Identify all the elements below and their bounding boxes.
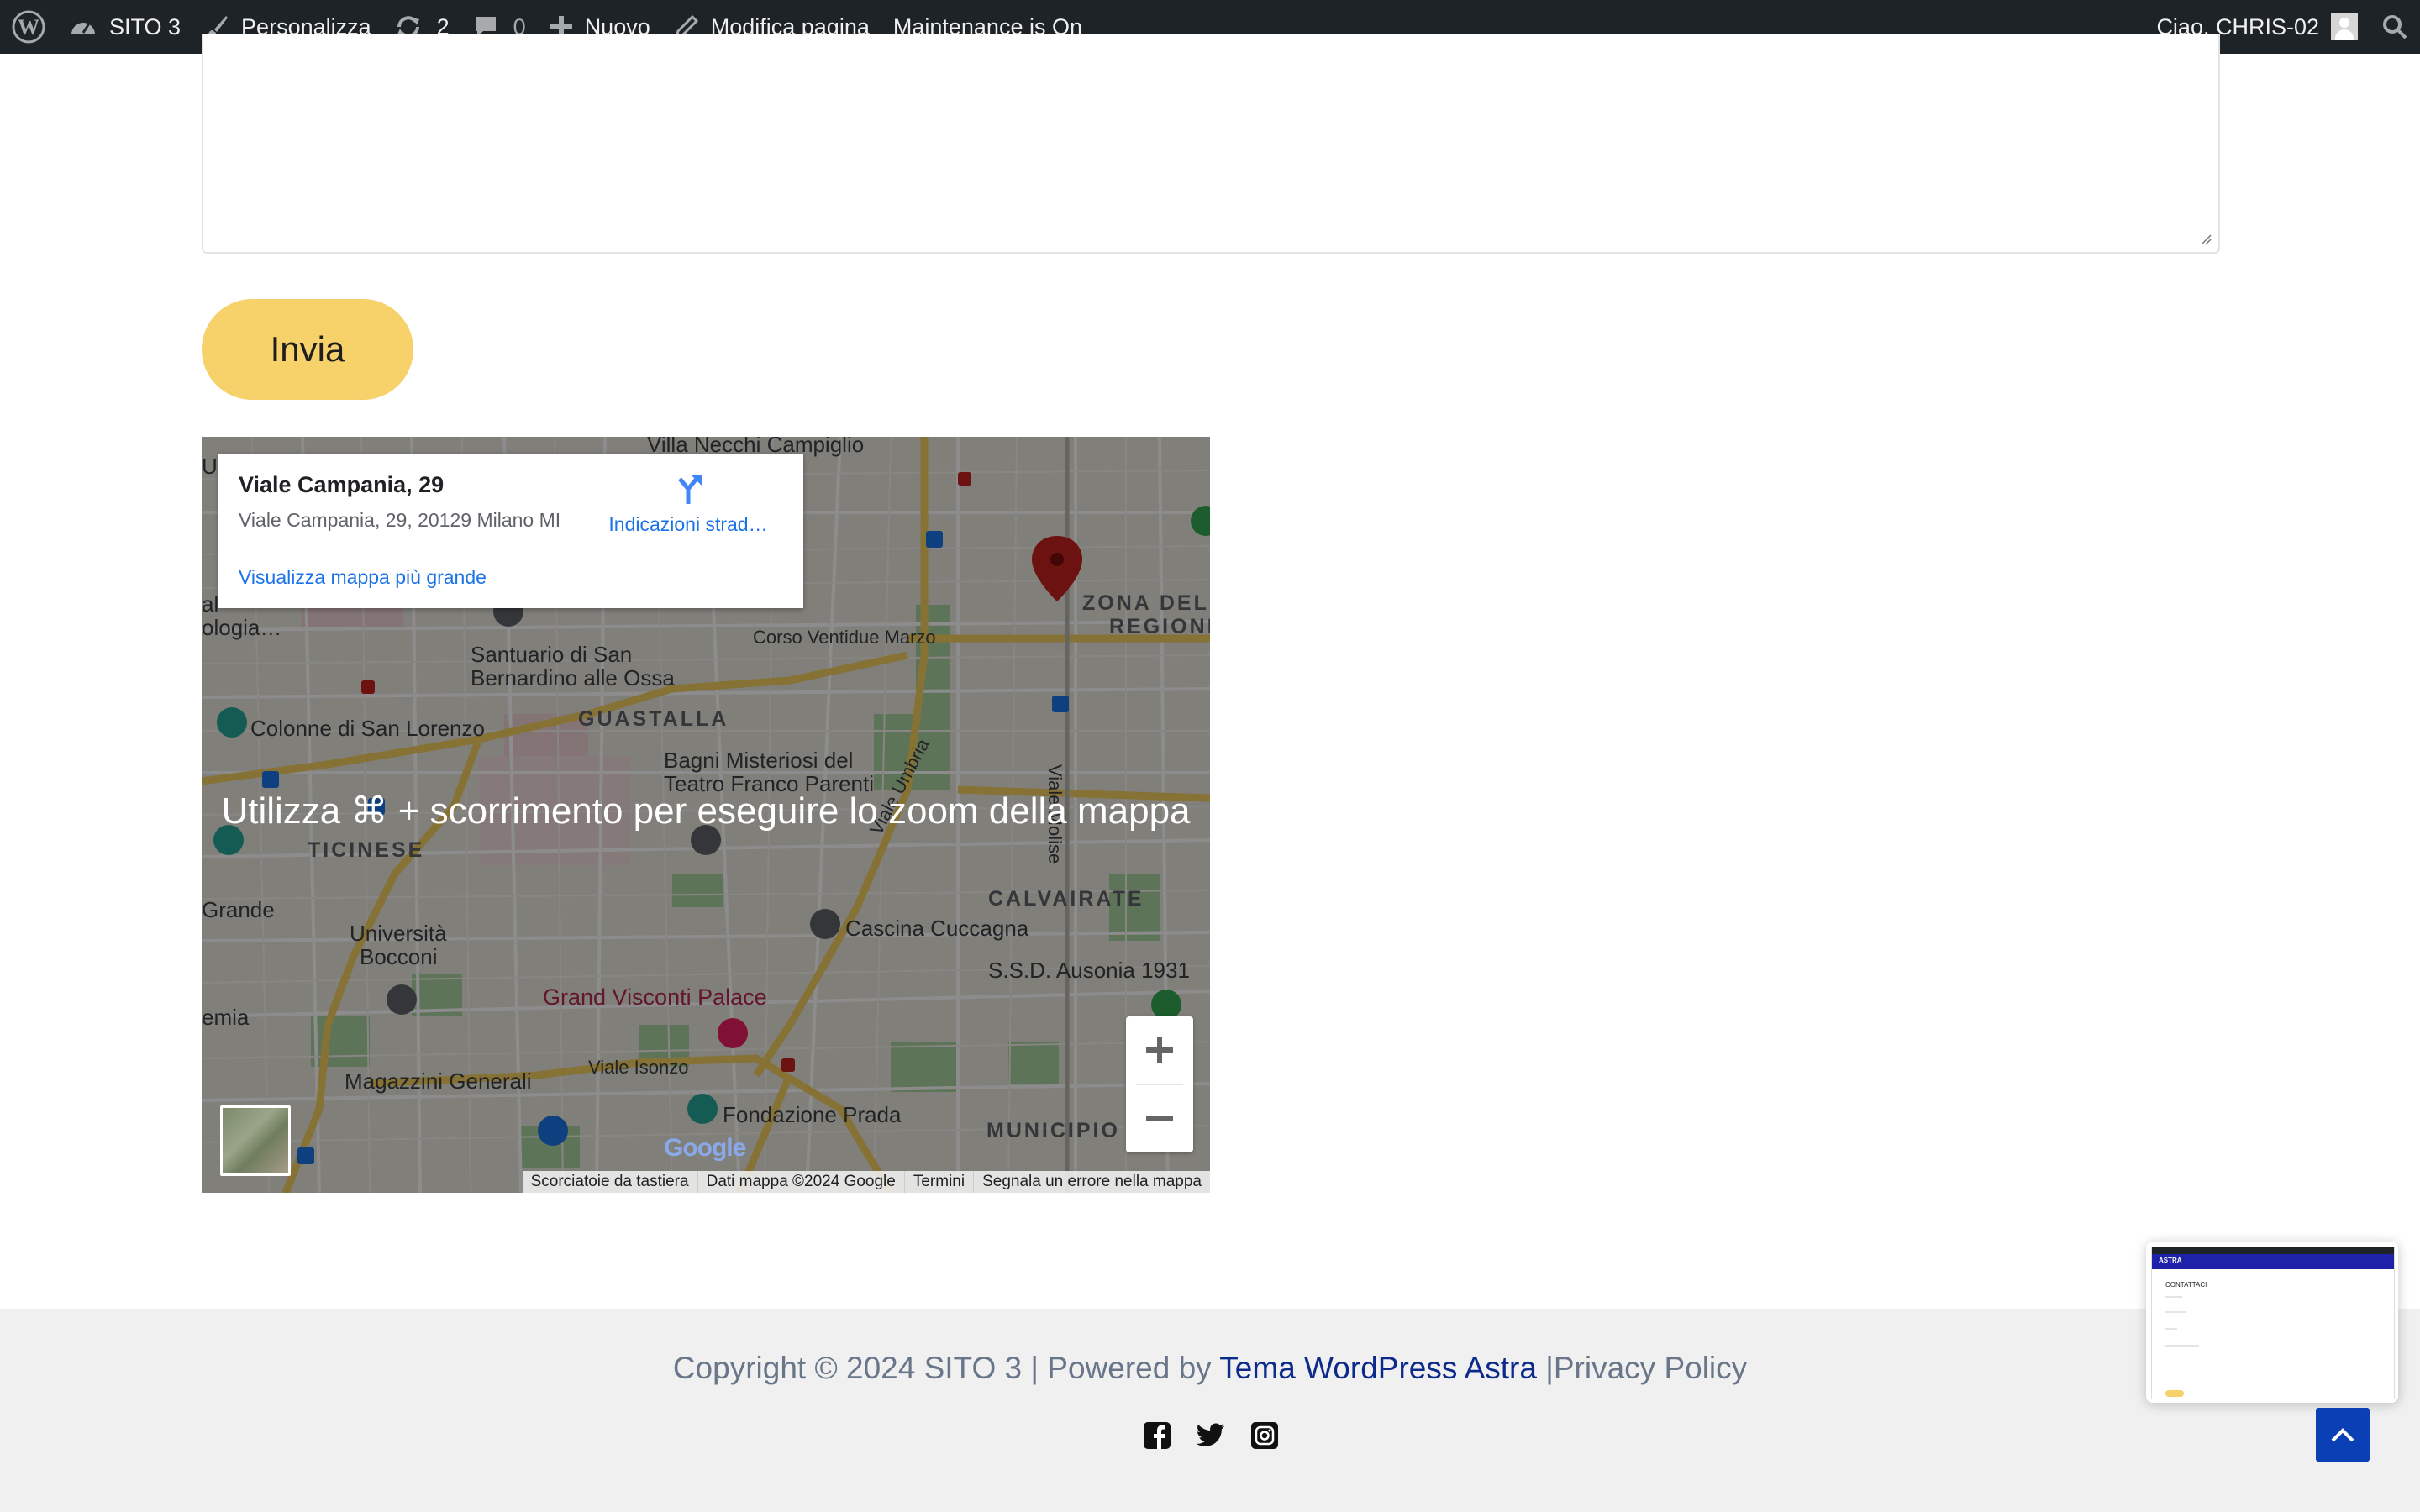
preview-line	[2165, 1311, 2186, 1313]
place-address: Viale Campania, 29, 20129 Milano MI	[239, 509, 561, 531]
svg-text:W: W	[18, 15, 39, 39]
preview-line	[2165, 1345, 2199, 1347]
zoom-hint-text: Utilizza ⌘ + scorrimento per eseguire lo…	[221, 790, 1191, 832]
submit-button[interactable]: Invia	[202, 299, 413, 400]
preview-line	[2165, 1296, 2182, 1298]
avatar	[2331, 13, 2358, 40]
directions-label: Indicazioni strad…	[608, 513, 768, 535]
wordpress-logo-icon: W	[12, 10, 45, 44]
preview-heading: CONTATTACI	[2165, 1281, 2207, 1289]
preview-header	[2152, 1254, 2394, 1269]
page-preview-thumbnail[interactable]: ASTRA CONTATTACI	[2146, 1242, 2398, 1403]
terms-link[interactable]: Termini	[903, 1171, 973, 1193]
map-type-toggle[interactable]	[220, 1105, 291, 1176]
map-zoom-control	[1126, 1016, 1193, 1152]
back-to-top-button[interactable]	[2316, 1408, 2370, 1462]
preview-admin-bar	[2152, 1247, 2394, 1254]
preview-canvas: ASTRA CONTATTACI	[2151, 1247, 2395, 1399]
preview-brand: ASTRA	[2159, 1257, 2182, 1264]
place-title: Viale Campania, 29	[239, 472, 445, 497]
google-logo: Google	[664, 1134, 746, 1163]
preview-line	[2165, 1328, 2177, 1330]
plus-icon	[1146, 1037, 1173, 1063]
minus-icon	[1146, 1116, 1173, 1121]
footer-copyright: Copyright © 2024 SITO 3 | Powered by Tem…	[0, 1351, 2420, 1386]
report-error-link[interactable]: Segnala un errore nella mappa	[973, 1171, 1210, 1193]
search-icon	[2383, 15, 2407, 39]
copyright-text: Copyright © 2024 SITO 3 | Powered by	[672, 1351, 1220, 1385]
instagram-link[interactable]	[1250, 1421, 1279, 1450]
facebook-link[interactable]	[1143, 1421, 1171, 1450]
footer-separator: |	[1536, 1351, 1554, 1385]
chevron-up-icon	[2331, 1428, 2354, 1442]
admin-search-button[interactable]	[2370, 0, 2420, 54]
keyboard-shortcuts-link[interactable]: Scorciatoie da tastiera	[523, 1171, 697, 1193]
directions-button[interactable]: Indicazioni strad…	[592, 472, 785, 536]
site-footer: Copyright © 2024 SITO 3 | Powered by Tem…	[0, 1309, 2420, 1512]
site-name-label: SITO 3	[109, 13, 182, 39]
preview-button	[2165, 1390, 2184, 1397]
social-links	[1143, 1421, 1279, 1450]
view-larger-map-link[interactable]: Visualizza mappa più grande	[239, 566, 487, 589]
privacy-policy-link[interactable]: Privacy Policy	[1554, 1351, 1747, 1385]
resize-grip-icon[interactable]	[2200, 234, 2212, 245]
google-logo-text: Google	[664, 1134, 746, 1162]
zoom-out-button[interactable]	[1126, 1085, 1193, 1152]
twitter-icon	[1197, 1423, 1225, 1446]
wordpress-logo-button[interactable]: W	[0, 0, 57, 54]
site-name-menu[interactable]: SITO 3	[57, 0, 192, 54]
map-attribution-bar: Scorciatoie da tastiera Dati mappa ©2024…	[522, 1171, 1210, 1193]
message-textarea[interactable]	[202, 34, 2220, 254]
map-info-card: Viale Campania, 29 Viale Campania, 29, 2…	[218, 454, 803, 608]
instagram-icon	[1251, 1422, 1278, 1449]
dashboard-icon	[71, 23, 95, 34]
map-data-credit: Dati mappa ©2024 Google	[697, 1171, 904, 1193]
zoom-in-button[interactable]	[1126, 1016, 1193, 1084]
theme-link[interactable]: Tema WordPress Astra	[1219, 1351, 1537, 1385]
directions-icon	[678, 475, 702, 504]
facebook-icon	[1144, 1422, 1171, 1449]
twitter-link[interactable]	[1197, 1421, 1225, 1450]
google-map[interactable]: Villa Necchi Campiglio U ZONA DELL REGIO…	[202, 437, 1210, 1193]
